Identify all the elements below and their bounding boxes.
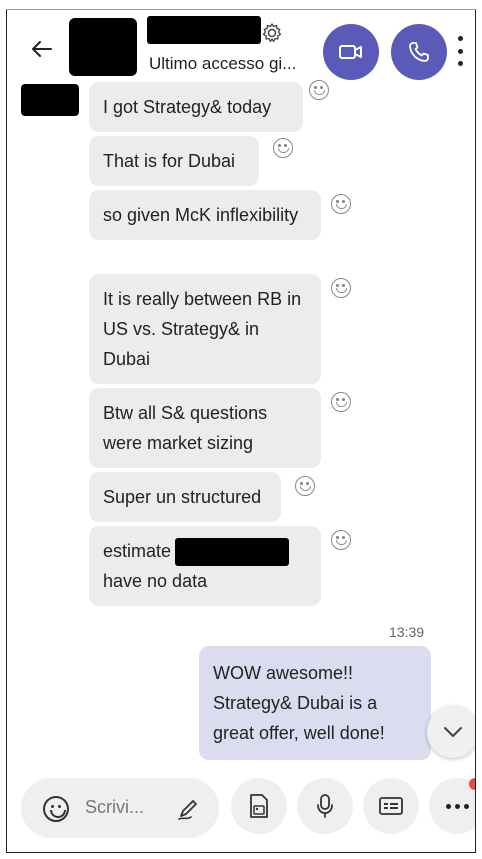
voice-call-button[interactable] [391, 24, 447, 80]
message-input-placeholder[interactable]: Scrivi... [85, 797, 144, 818]
more-horizontal-icon [445, 803, 469, 809]
gallery-button[interactable] [231, 778, 287, 834]
message-text: That is for Dubai [103, 151, 236, 171]
gear-icon[interactable] [261, 22, 283, 44]
avatar-redacted[interactable] [69, 18, 137, 76]
sender-redacted [21, 84, 79, 116]
message-text: Btw all S& questions were market sizing [103, 403, 268, 453]
last-seen-status[interactable]: Ultimo accesso gi... [149, 54, 296, 74]
message-composer[interactable]: Scrivi... [21, 778, 219, 838]
outgoing-message-bubble[interactable]: WOW awesome!! Strategy& Dubai is a great… [199, 646, 431, 760]
image-icon [250, 794, 268, 818]
message-bubble[interactable]: so given McK inflexibility [89, 190, 321, 240]
smiley-icon[interactable] [331, 530, 351, 550]
notification-dot [469, 778, 475, 790]
message-text: I got Strategy& today [103, 97, 272, 117]
smiley-icon[interactable] [273, 138, 293, 158]
message-bubble[interactable]: I got Strategy& today [89, 82, 303, 132]
message-bubble[interactable]: Super un structured [89, 472, 281, 522]
message-timestamp: 13:39 [389, 624, 425, 640]
smiley-icon[interactable] [331, 194, 351, 214]
voice-message-button[interactable] [297, 778, 353, 834]
message-text: so given McK inflexibility [103, 205, 299, 225]
message-bubble[interactable]: That is for Dubai [89, 136, 259, 186]
contact-card-icon [379, 797, 403, 815]
contact-share-button[interactable] [363, 778, 419, 834]
message-text: It is really between RB in US vs. Strate… [103, 289, 302, 369]
smiley-icon[interactable] [331, 392, 351, 412]
chevron-down-icon [444, 727, 462, 737]
video-camera-icon [339, 45, 362, 59]
microphone-icon [317, 794, 333, 818]
phone-icon [409, 42, 429, 62]
smiley-icon[interactable] [331, 278, 351, 298]
message-text: have no data [103, 571, 208, 592]
arrow-left-icon[interactable] [29, 36, 55, 62]
message-text: WOW awesome!! Strategy& Dubai is a great… [213, 663, 385, 743]
redacted-text [175, 538, 290, 567]
smiley-icon[interactable] [309, 80, 329, 100]
video-call-button[interactable] [323, 24, 379, 80]
scroll-down-button[interactable] [427, 706, 475, 758]
chat-window: Ultimo accesso gi... I got Strategy& tod… [6, 10, 476, 853]
smiley-icon[interactable] [295, 476, 315, 496]
chat-header: Ultimo accesso gi... [7, 10, 475, 90]
message-text: estimate [103, 541, 172, 561]
message-bubble[interactable]: estimate have no data [89, 526, 321, 607]
more-vertical-icon[interactable] [453, 36, 467, 66]
contact-name-redacted[interactable] [147, 16, 261, 44]
message-bubble[interactable]: It is really between RB in US vs. Strate… [89, 274, 321, 384]
emoji-icon[interactable] [43, 796, 69, 822]
pen-icon[interactable] [175, 796, 201, 822]
message-text: Super un structured [103, 487, 262, 507]
message-bubble[interactable]: Btw all S& questions were market sizing [89, 388, 321, 468]
